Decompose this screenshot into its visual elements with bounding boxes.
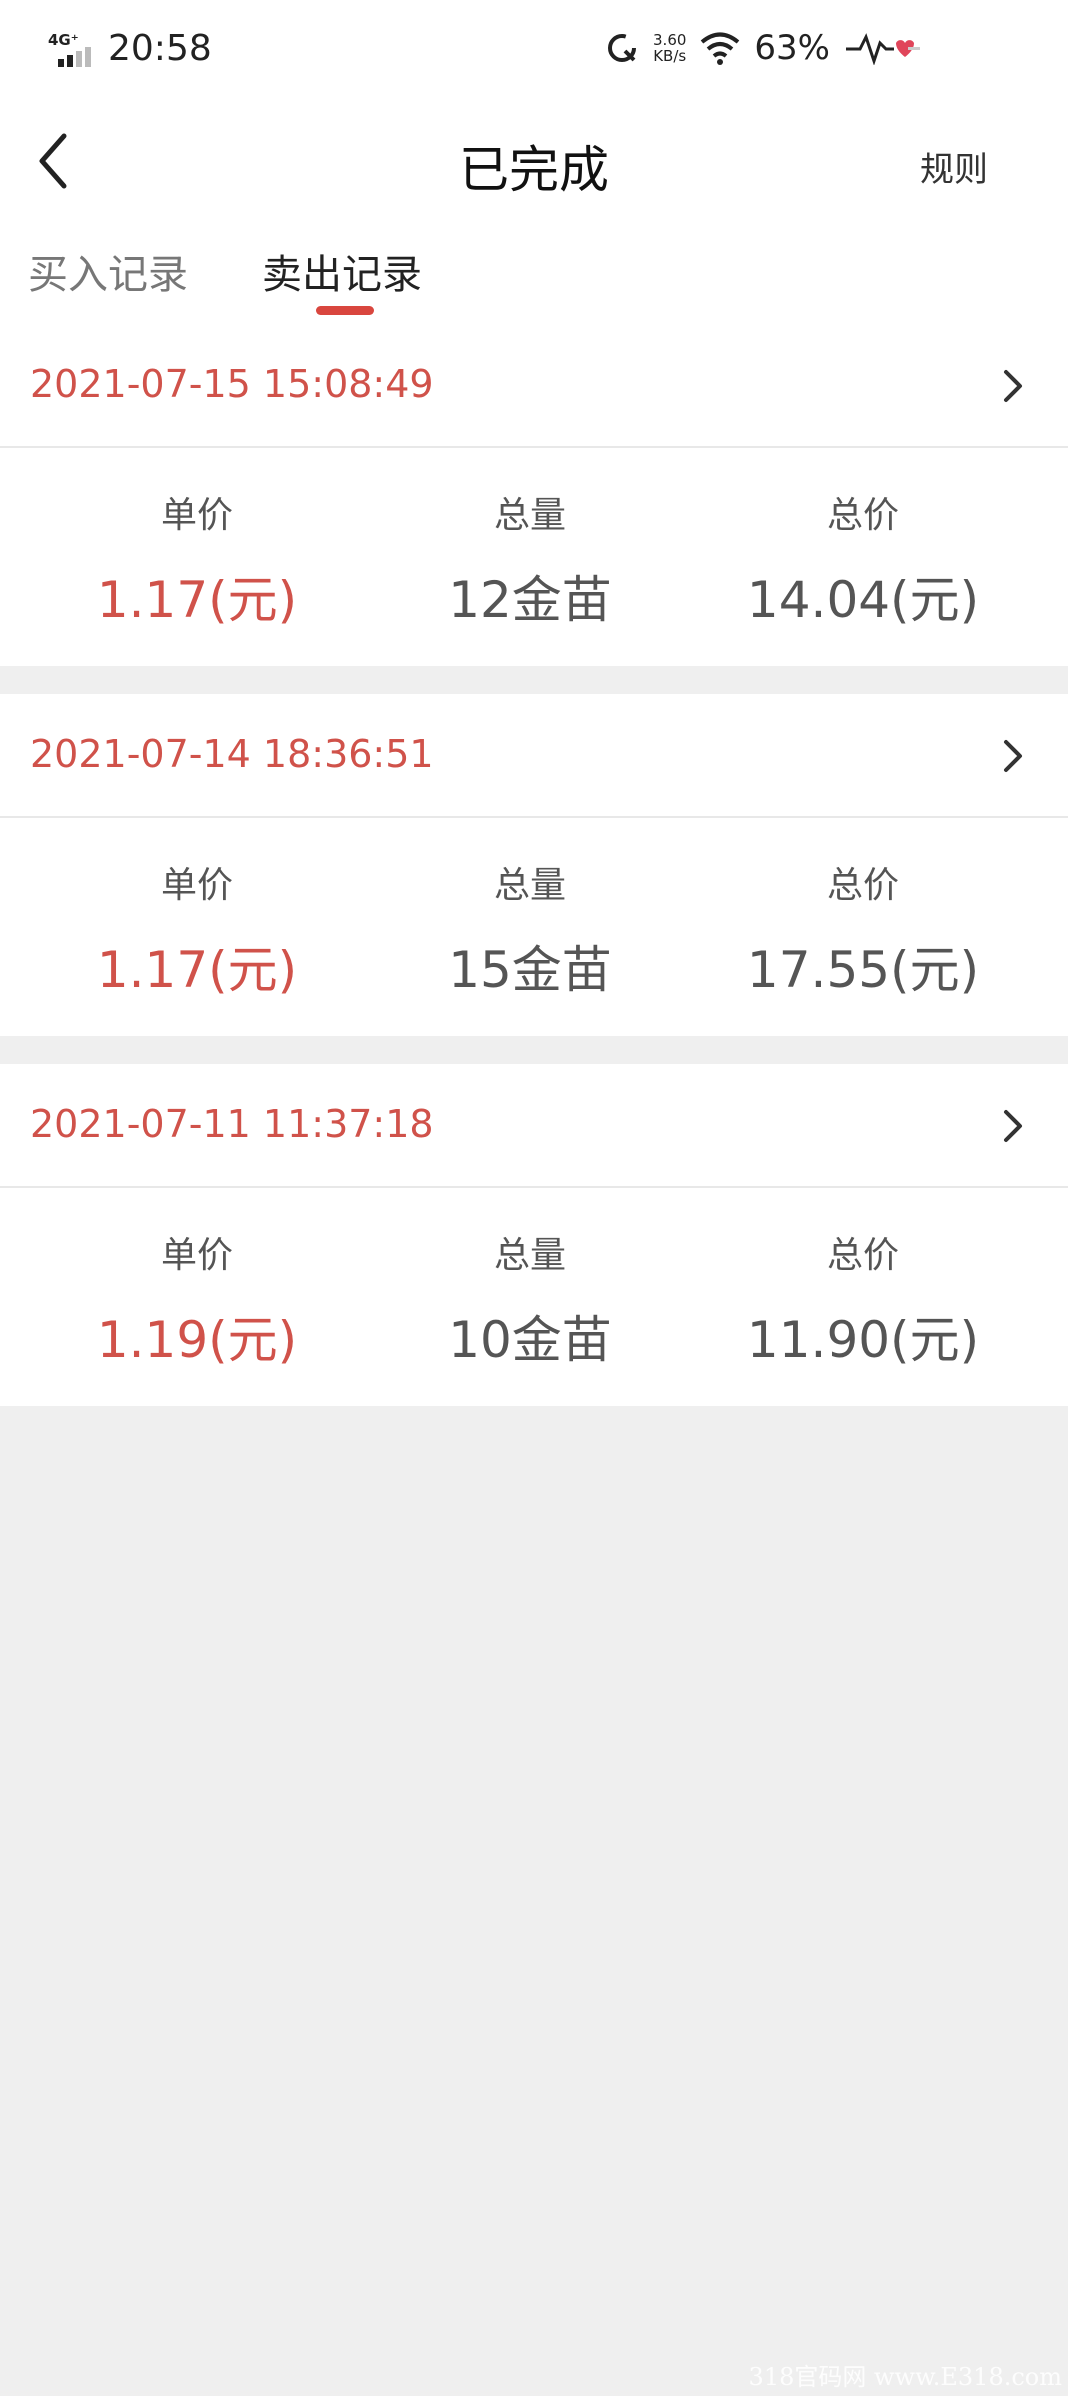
- tab-buy-records[interactable]: 买入记录: [28, 242, 188, 300]
- unit-price-value: 1.17(元): [96, 941, 298, 999]
- total-price-column: 总价 17.55(元): [696, 856, 1030, 1002]
- header-area: 4G⁺ 20:58 3.60 KB/s 63% 已完成 规则 买入记录 卖出记录: [0, 0, 1068, 324]
- record-header[interactable]: 2021-07-11 11:37:18: [0, 1064, 1068, 1188]
- chevron-right-icon[interactable]: [998, 366, 1028, 406]
- record-header[interactable]: 2021-07-14 18:36:51: [0, 694, 1068, 818]
- tab-bar: 买入记录 卖出记录: [0, 226, 1068, 324]
- total-price-value: 17.55(元): [746, 941, 980, 999]
- chevron-right-icon[interactable]: [998, 1106, 1028, 1146]
- data-saver-icon: [608, 34, 637, 62]
- unit-price-column: 单价 1.17(元): [30, 856, 364, 1002]
- status-left: 4G⁺ 20:58: [48, 28, 212, 69]
- signal-bars: [58, 46, 91, 67]
- unit-price-column: 单价 1.17(元): [30, 486, 364, 632]
- wifi-icon: [701, 32, 740, 65]
- quantity-column: 总量 15金苗: [363, 856, 697, 1002]
- record-header[interactable]: 2021-07-15 15:08:49: [0, 324, 1068, 448]
- total-price-label: 总价: [826, 495, 899, 536]
- cellular-signal-icon: 4G⁺: [48, 31, 94, 67]
- total-price-label: 总价: [826, 865, 899, 906]
- record-datetime: 2021-07-15 15:08:49: [30, 362, 434, 406]
- speed-value: 3.60: [653, 31, 687, 49]
- unit-price-label: 单价: [160, 865, 233, 906]
- quantity-column: 总量 12金苗: [363, 486, 697, 632]
- unit-price-value: 1.17(元): [96, 571, 298, 629]
- speed-unit: KB/s: [653, 47, 687, 65]
- unit-price-column: 单价 1.19(元): [30, 1226, 364, 1372]
- watermark: 318官码网 www.E318.com: [748, 2363, 1062, 2391]
- heartbeat-icon: [846, 33, 920, 65]
- record-datetime: 2021-07-14 18:36:51: [30, 732, 434, 776]
- unit-price-value: 1.19(元): [96, 1311, 298, 1369]
- quantity-value: 15金苗: [448, 941, 612, 999]
- record-card[interactable]: 2021-07-15 15:08:49 单价 1.17(元) 总量 12金苗 总…: [0, 324, 1068, 666]
- status-right: 3.60 KB/s 63%: [605, 28, 920, 68]
- quantity-value: 12金苗: [448, 571, 612, 629]
- total-price-column: 总价 14.04(元): [696, 486, 1030, 632]
- page-title: 已完成: [459, 141, 609, 199]
- status-bar: 4G⁺ 20:58 3.60 KB/s 63%: [0, 0, 1068, 100]
- record-card[interactable]: 2021-07-14 18:36:51 单价 1.17(元) 总量 15金苗 总…: [0, 694, 1068, 1036]
- total-price-label: 总价: [826, 1235, 899, 1276]
- chevron-right-icon[interactable]: [998, 736, 1028, 776]
- record-details: 单价 1.19(元) 总量 10金苗 总价 11.90(元): [0, 1188, 1068, 1406]
- quantity-label: 总量: [493, 495, 566, 536]
- quantity-label: 总量: [493, 865, 566, 906]
- rules-link[interactable]: 规则: [920, 142, 988, 191]
- total-price-value: 11.90(元): [746, 1311, 980, 1369]
- navigation-bar: 已完成 规则: [0, 100, 1068, 226]
- battery-percentage: 63%: [754, 28, 830, 68]
- quantity-column: 总量 10金苗: [363, 1226, 697, 1372]
- record-datetime: 2021-07-11 11:37:18: [30, 1102, 434, 1146]
- unit-price-label: 单价: [160, 1235, 233, 1276]
- record-details: 单价 1.17(元) 总量 15金苗 总价 17.55(元): [0, 818, 1068, 1036]
- record-details: 单价 1.17(元) 总量 12金苗 总价 14.04(元): [0, 448, 1068, 666]
- record-card[interactable]: 2021-07-11 11:37:18 单价 1.19(元) 总量 10金苗 总…: [0, 1064, 1068, 1406]
- quantity-value: 10金苗: [448, 1311, 612, 1369]
- active-tab-indicator: [316, 306, 374, 315]
- quantity-label: 总量: [493, 1235, 566, 1276]
- unit-price-label: 单价: [160, 495, 233, 536]
- total-price-value: 14.04(元): [746, 571, 980, 629]
- status-time: 20:58: [108, 28, 212, 69]
- tab-sell-records[interactable]: 卖出记录: [262, 242, 422, 300]
- network-speed: 3.60 KB/s: [653, 32, 686, 64]
- total-price-column: 总价 11.90(元): [696, 1226, 1030, 1372]
